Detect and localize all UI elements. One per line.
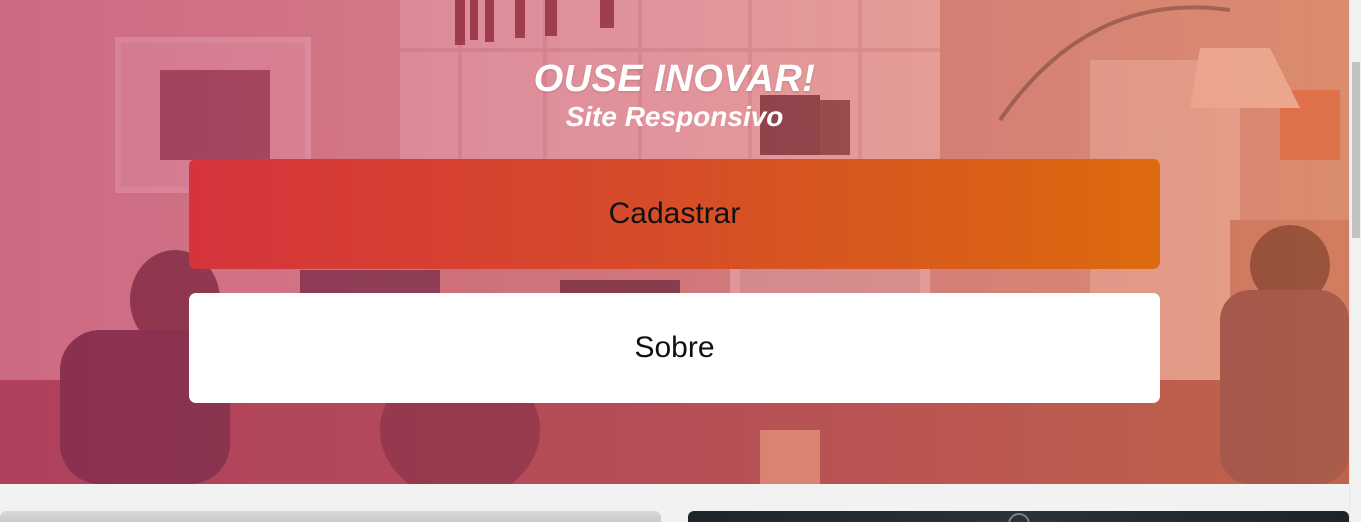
page-subtitle: Site Responsivo — [565, 101, 784, 132]
page: OUSE INOVAR! Site Responsivo Cadastrar S… — [0, 0, 1361, 522]
card-logo-icon — [1008, 513, 1030, 522]
card-image-left[interactable] — [0, 511, 661, 522]
card-image-right[interactable] — [688, 511, 1349, 522]
vertical-scrollbar[interactable] — [1349, 0, 1361, 522]
hero-content: OUSE INOVAR! Site Responsivo Cadastrar S… — [0, 0, 1349, 484]
page-title: OUSE INOVAR! — [533, 58, 816, 100]
hero-section: OUSE INOVAR! Site Responsivo Cadastrar S… — [0, 0, 1349, 484]
sobre-button[interactable]: Sobre — [189, 293, 1160, 403]
cadastrar-button[interactable]: Cadastrar — [189, 159, 1160, 269]
scrollbar-thumb[interactable] — [1352, 62, 1360, 238]
